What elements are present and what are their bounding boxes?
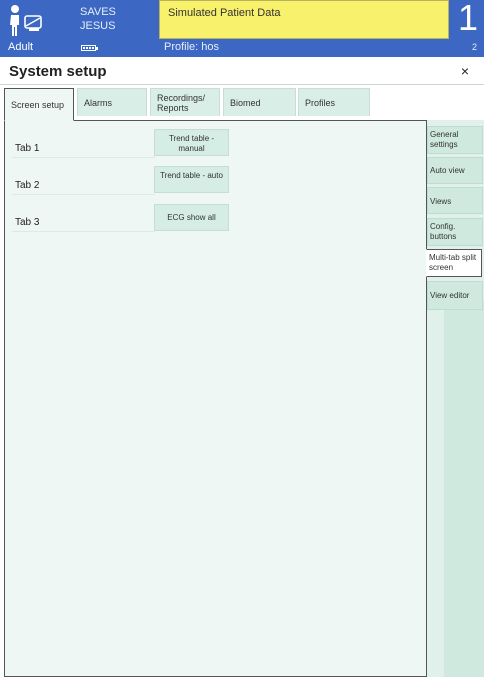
side-item-views[interactable]: Views [427,187,483,214]
patient-name-line1: SAVES [80,6,116,18]
side-item-config-buttons[interactable]: Config. buttons [427,218,483,246]
tab-recordings-reports[interactable]: Recordings/ Reports [150,88,220,116]
tab-1-label: Tab 1 [15,143,40,154]
profile-label: Profile: hos [164,41,220,53]
status-header: Adult SAVES JESUS Simulated Patient Data… [0,0,484,57]
side-item-multi-tab-split-screen[interactable]: Multi-tab split screen [426,249,482,277]
tab-alarms[interactable]: Alarms [77,88,147,116]
message-text: Simulated Patient Data [168,7,281,19]
title-bar: System setup × [0,57,484,85]
side-item-view-editor[interactable]: View editor [427,281,483,310]
header-large-value: 1 [458,0,479,38]
tab-screen-setup[interactable]: Screen setup [4,88,74,121]
tab-bar: Screen setup Alarms Recordings/ Reports … [0,85,484,121]
tab-biomed[interactable]: Biomed [223,88,296,116]
patient-name-line2: JESUS [80,20,116,32]
side-item-general-settings[interactable]: General settings [427,126,483,154]
divider [12,157,155,158]
battery-icon [81,45,98,51]
page-title: System setup [9,63,107,80]
divider [12,194,155,195]
patient-name: SAVES JESUS [80,5,116,33]
adult-patient-icon [10,5,42,36]
side-item-auto-view[interactable]: Auto view [427,157,483,184]
tab-3-layout-button[interactable]: ECG show all [154,204,229,231]
tab-3-label: Tab 3 [15,217,40,228]
tab-2-label: Tab 2 [15,180,40,191]
header-small-value: 2 [472,42,478,52]
patient-category: Adult [8,41,34,53]
tab-profiles[interactable]: Profiles [298,88,370,116]
divider [12,231,155,232]
message-area: Simulated Patient Data [159,0,449,39]
screen-setup-panel: Tab 1 Trend table - manual Tab 2 Trend t… [4,120,427,677]
side-menu-strip [444,300,484,677]
tab-2-layout-button[interactable]: Trend table - auto [154,166,229,193]
close-button[interactable]: × [454,62,476,80]
tab-1-layout-button[interactable]: Trend table - manual [154,129,229,156]
